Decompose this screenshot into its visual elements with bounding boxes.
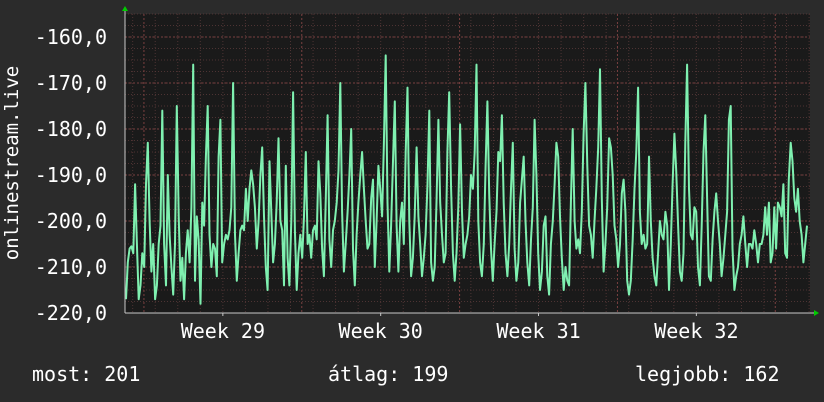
x-tick-label: Week 30 [339,319,423,343]
y-tick-label: -180,0 [35,117,107,141]
y-tick-label: -210,0 [35,255,107,279]
x-axis-arrow-icon [814,310,819,316]
y-tick-label: -200,0 [35,209,107,233]
y-tick-label: -170,0 [35,71,107,95]
y-axis-arrow-icon [122,6,128,11]
y-tick-label: -160,0 [35,25,107,49]
current-value-label: most: 201 [32,362,141,386]
x-tick-label: Week 31 [496,319,580,343]
y-axis-title: onlinestream.live [1,66,23,260]
y-tick-label: -190,0 [35,163,107,187]
average-value-label: átlag: 199 [328,362,449,386]
x-tick-label: Week 32 [654,319,738,343]
chart-container: -160,0 -170,0 -180,0 -190,0 -200,0 -210,0 -220… [0,0,824,402]
y-tick-label: -220,0 [35,301,107,325]
best-value-label: legjobb: 162 [635,362,780,386]
x-tick-label: Week 29 [181,319,265,343]
line-chart: -160,0 -170,0 -180,0 -190,0 -200,0 -210,0 -220… [1,6,819,343]
